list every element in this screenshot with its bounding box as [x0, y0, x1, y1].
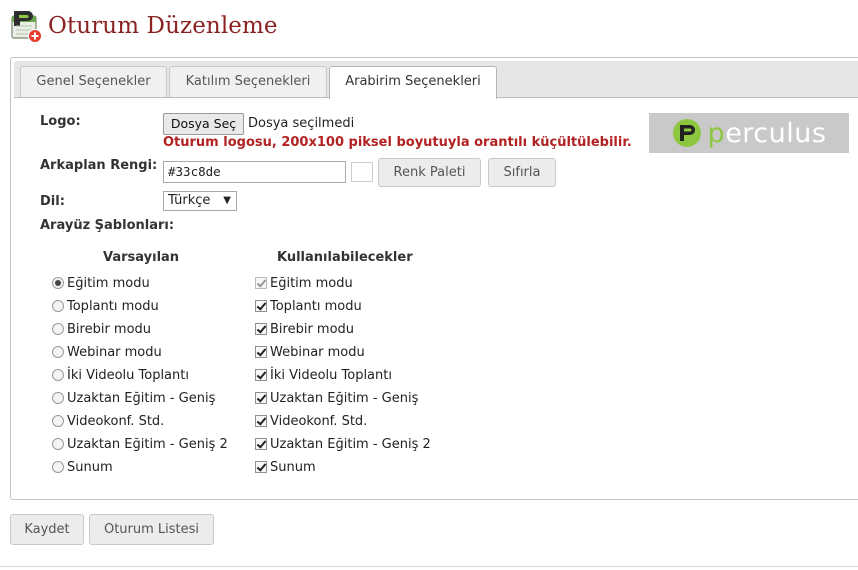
tab-general-options[interactable]: Genel Seçenekler [20, 66, 167, 97]
default-template-label: Uzaktan Eğitim - Geniş 2 [67, 436, 228, 452]
logo-hint-text: Oturum logosu, 200x100 piksel boyutuyla … [163, 135, 632, 150]
available-template-checkbox[interactable] [255, 415, 267, 427]
bg-color-label: Arkaplan Rengi: [40, 158, 158, 173]
tab-interface-options[interactable]: Arabirim Seçenekleri [329, 66, 497, 99]
logo-wordmark-rest: erculus [725, 117, 827, 149]
divider [0, 566, 858, 567]
session-list-button[interactable]: Oturum Listesi [89, 514, 214, 545]
available-template-checkbox[interactable] [255, 438, 267, 450]
language-selected-value: Türkçe [168, 193, 211, 208]
available-template-checkbox[interactable] [255, 323, 267, 335]
available-template-row[interactable]: Uzaktan Eğitim - Geniş 2 [255, 436, 431, 452]
default-template-label: Eğitim modu [67, 275, 150, 291]
default-template-row[interactable]: Toplantı modu [52, 298, 159, 314]
available-template-row[interactable]: Sunum [255, 459, 316, 475]
default-template-row[interactable]: Sunum [52, 459, 113, 475]
logo-preview: perculus [649, 113, 849, 153]
default-column-header: Varsayılan [103, 250, 180, 265]
default-template-label: Toplantı modu [67, 298, 159, 314]
default-template-row[interactable]: Videokonf. Std. [52, 413, 164, 429]
available-template-row[interactable]: İki Videolu Toplantı [255, 367, 392, 383]
available-template-checkbox[interactable] [255, 300, 267, 312]
logo-wordmark-letter: p [707, 117, 726, 149]
available-template-row[interactable]: Videokonf. Std. [255, 413, 367, 429]
default-template-row[interactable]: Eğitim modu [52, 275, 150, 291]
available-template-row[interactable]: Birebir modu [255, 321, 354, 337]
color-swatch[interactable] [351, 162, 373, 182]
default-template-radio[interactable] [52, 438, 64, 450]
available-template-label: Webinar modu [270, 344, 365, 360]
file-status-text: Dosya seçilmedi [248, 116, 355, 131]
default-template-label: Birebir modu [67, 321, 152, 337]
default-template-row[interactable]: Uzaktan Eğitim - Geniş [52, 390, 215, 406]
default-template-radio[interactable] [52, 392, 64, 404]
page-header: Oturum Düzenleme [10, 9, 278, 43]
available-template-label: Toplantı modu [270, 298, 362, 314]
available-template-row[interactable]: Webinar modu [255, 344, 365, 360]
available-template-label: Videokonf. Std. [270, 413, 368, 429]
default-template-label: Webinar modu [67, 344, 162, 360]
available-template-label: Uzaktan Eğitim - Geniş 2 [270, 436, 431, 452]
default-template-row[interactable]: İki Videolu Toplantı [52, 367, 189, 383]
perculus-logo-icon [672, 119, 701, 147]
logo-label: Logo: [40, 114, 81, 129]
default-template-label: İki Videolu Toplantı [67, 367, 189, 383]
available-column-header: Kullanılabilecekler [277, 250, 413, 265]
default-template-row[interactable]: Birebir modu [52, 321, 151, 337]
templates-label: Arayüz Şablonları: [40, 218, 175, 233]
default-template-row[interactable]: Webinar modu [52, 344, 162, 360]
available-template-checkbox[interactable] [255, 369, 267, 381]
default-template-row[interactable]: Uzaktan Eğitim - Geniş 2 [52, 436, 228, 452]
available-template-label: Uzaktan Eğitim - Geniş [270, 390, 419, 406]
color-palette-button[interactable]: Renk Paleti [378, 158, 481, 187]
default-template-radio[interactable] [52, 323, 64, 335]
logo-wordmark: perculus [708, 118, 827, 149]
default-template-label: Sunum [67, 459, 113, 475]
available-template-checkbox[interactable] [255, 346, 267, 358]
available-template-checkbox [255, 277, 267, 289]
language-label: Dil: [40, 194, 65, 209]
save-button[interactable]: Kaydet [10, 514, 84, 545]
default-template-radio[interactable] [52, 461, 64, 473]
default-template-radio[interactable] [52, 369, 64, 381]
page-title: Oturum Düzenleme [48, 13, 278, 39]
tab-bar: Genel Seçenekler Katılım Seçenekleri Ara… [14, 61, 858, 99]
bg-color-input[interactable]: #33c8de [163, 161, 346, 183]
choose-file-button[interactable]: Dosya Seç [163, 113, 244, 135]
language-select[interactable]: Türkçe ▼ [163, 191, 237, 211]
default-template-radio[interactable] [52, 300, 64, 312]
default-template-label: Uzaktan Eğitim - Geniş [67, 390, 216, 406]
available-template-checkbox[interactable] [255, 392, 267, 404]
available-template-label: Eğitim modu [270, 275, 353, 291]
default-template-radio[interactable] [52, 277, 64, 289]
available-template-row[interactable]: Uzaktan Eğitim - Geniş [255, 390, 418, 406]
tab-participation-options[interactable]: Katılım Seçenekleri [169, 66, 327, 97]
available-template-label: İki Videolu Toplantı [270, 367, 392, 383]
available-template-row: Eğitim modu [255, 275, 353, 291]
calendar-add-icon [11, 11, 42, 43]
available-template-row[interactable]: Toplantı modu [255, 298, 362, 314]
default-template-label: Videokonf. Std. [67, 413, 165, 429]
chevron-down-icon: ▼ [223, 195, 231, 206]
default-template-radio[interactable] [52, 415, 64, 427]
available-template-checkbox[interactable] [255, 461, 267, 473]
default-template-radio[interactable] [52, 346, 64, 358]
available-template-label: Sunum [270, 459, 316, 475]
reset-button[interactable]: Sıfırla [488, 158, 556, 187]
available-template-label: Birebir modu [270, 321, 355, 337]
